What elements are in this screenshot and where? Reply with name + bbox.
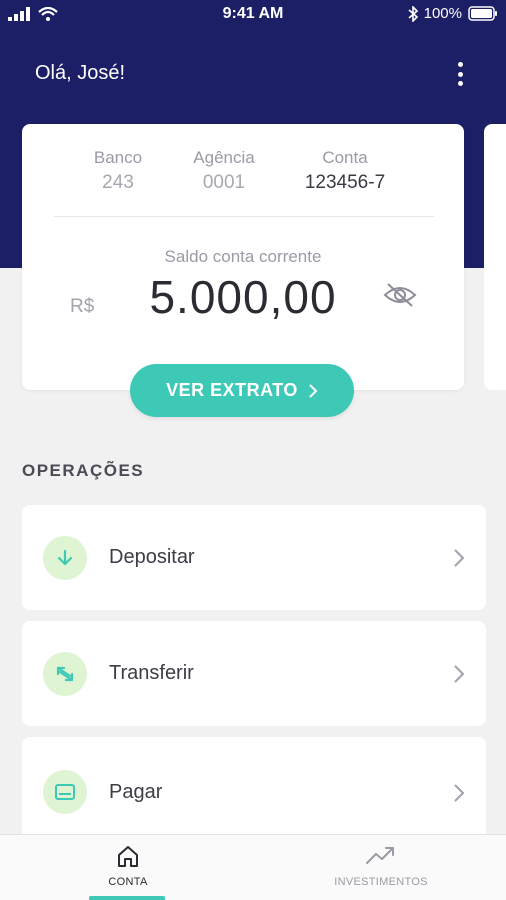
- operation-deposit[interactable]: Depositar: [22, 505, 486, 610]
- battery-icon: [468, 6, 497, 21]
- agency-value: 0001: [202, 172, 246, 193]
- trend-up-icon: [366, 847, 394, 864]
- view-statement-button[interactable]: VER EXTRATO: [130, 364, 354, 417]
- arrow-down-icon: [43, 536, 87, 580]
- account-number: 123456-7: [304, 172, 386, 193]
- bluetooth-icon: [408, 5, 418, 22]
- chevron-right-icon: [454, 665, 465, 683]
- battery-percent: 100%: [423, 5, 462, 22]
- operation-label: Transferir: [109, 662, 194, 684]
- next-card-peek[interactable]: [484, 124, 506, 390]
- operations-title: OPERAÇÕES: [22, 461, 145, 480]
- home-icon: [118, 846, 138, 867]
- bank-info: Banco 243: [82, 148, 154, 194]
- more-options-icon[interactable]: [451, 60, 469, 88]
- account-label: Conta: [322, 148, 368, 167]
- status-bar: 9:41 AM 100%: [0, 0, 506, 30]
- active-tab-indicator: [89, 896, 165, 900]
- tab-conta[interactable]: CONTA: [72, 835, 184, 900]
- divider: [54, 216, 434, 217]
- chevron-right-icon: [454, 784, 465, 802]
- transfer-arrows-icon: [43, 652, 87, 696]
- view-statement-label: VER EXTRATO: [166, 380, 298, 400]
- card-icon: [43, 770, 87, 814]
- account-info: Conta 123456-7: [290, 148, 400, 194]
- tab-investimentos-label: INVESTIMENTOS: [334, 876, 428, 888]
- tab-bar: CONTA INVESTIMENTOS: [0, 834, 506, 900]
- operation-label: Pagar: [109, 781, 163, 803]
- operation-label: Depositar: [109, 546, 195, 568]
- operation-pay[interactable]: Pagar: [22, 737, 486, 847]
- chevron-right-icon: [454, 549, 465, 567]
- agency-label: Agência: [193, 148, 255, 167]
- chevron-right-icon: [309, 383, 318, 398]
- status-right: 100%: [408, 5, 498, 22]
- greeting: Olá, José!: [35, 62, 126, 84]
- bank-label: Banco: [93, 148, 143, 167]
- agency-info: Agência 0001: [184, 148, 264, 194]
- account-card: Banco 243 Agência 0001 Conta 123456-7 Sa…: [22, 124, 464, 390]
- bank-value: 243: [102, 172, 134, 193]
- balance-label: Saldo conta corrente: [164, 247, 322, 266]
- tab-investimentos[interactable]: INVESTIMENTOS: [320, 835, 442, 900]
- tab-conta-label: CONTA: [108, 876, 148, 888]
- operation-transfer[interactable]: Transferir: [22, 621, 486, 726]
- hide-balance-icon[interactable]: [382, 280, 418, 310]
